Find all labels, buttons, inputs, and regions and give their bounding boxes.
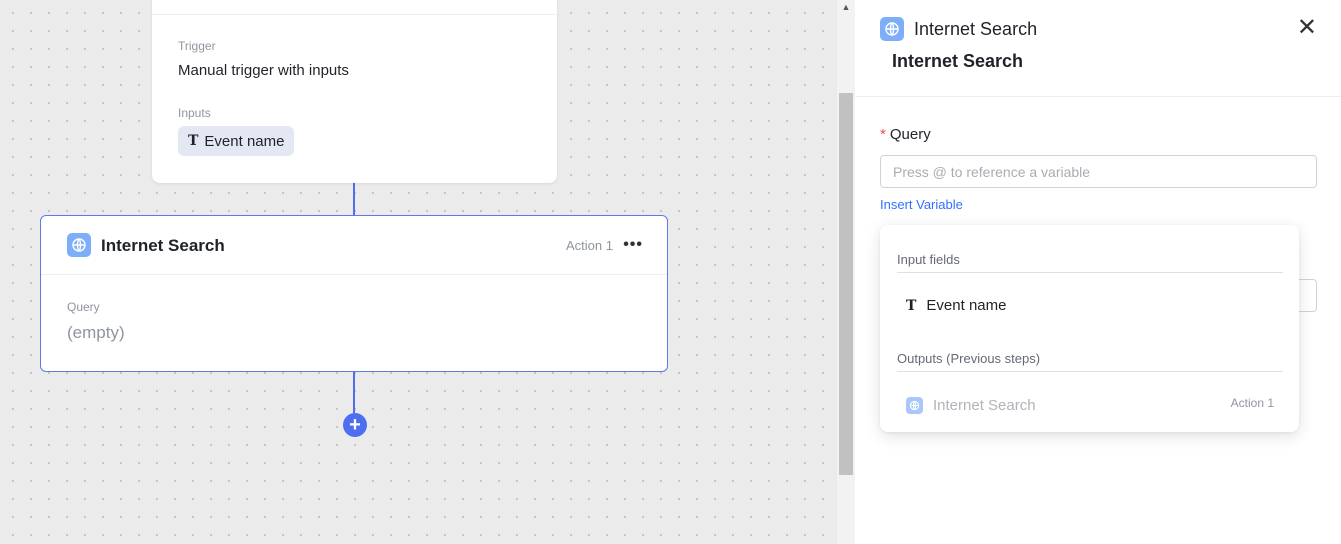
variable-picker-popover: Input fields T Event name Outputs (Previ… [880, 225, 1299, 432]
query-value: (empty) [67, 323, 125, 342]
close-icon[interactable]: ✕ [1297, 16, 1317, 40]
section-divider [897, 272, 1283, 273]
add-step-button[interactable]: + [343, 413, 367, 437]
output-step-badge: Action 1 [1230, 396, 1274, 410]
action-badge: Action 1 [566, 238, 613, 253]
internet-search-icon [906, 397, 923, 414]
trigger-label: Trigger [178, 39, 216, 53]
panel-title: Internet Search [914, 19, 1038, 39]
query-field-label: * Query [880, 126, 931, 143]
action-card-header: Internet Search Action 1 ••• [41, 216, 667, 275]
text-type-icon: T [188, 133, 199, 149]
variable-option-label: Event name [926, 297, 1007, 314]
input-fields-section-title: Input fields [897, 252, 960, 267]
input-chip-event-name[interactable]: T Event name [178, 126, 295, 156]
input-chip-label: Event name [204, 132, 285, 150]
inputs-label: Inputs [178, 106, 211, 120]
scrollbar-thumb[interactable] [839, 93, 853, 475]
trigger-value: Manual trigger with inputs [178, 62, 349, 79]
variable-option-event-name[interactable]: T Event name [906, 297, 1006, 314]
more-options-icon[interactable]: ••• [623, 236, 643, 254]
connector-line [353, 371, 355, 413]
query-input[interactable] [880, 155, 1317, 188]
variable-option-label: Internet Search [933, 397, 1036, 414]
action-card-internet-search[interactable]: Internet Search Action 1 ••• Query (empt… [40, 215, 668, 372]
query-label-text: Query [889, 126, 931, 143]
internet-search-icon [880, 17, 904, 41]
required-mark: * [880, 126, 886, 143]
panel-step-name[interactable]: Internet Search [892, 51, 1023, 72]
connector-line [353, 183, 355, 216]
insert-variable-link[interactable]: Insert Variable [880, 197, 963, 212]
internet-search-icon [67, 233, 91, 257]
variable-option-internet-search: Internet Search [906, 397, 1036, 414]
outputs-section-title: Outputs (Previous steps) [897, 351, 1041, 366]
action-card-title: Internet Search [101, 236, 225, 255]
workflow-canvas[interactable]: Trigger Manual trigger with inputs Input… [0, 0, 837, 544]
trigger-card[interactable]: Trigger Manual trigger with inputs Input… [152, 0, 557, 183]
card-divider [152, 14, 557, 15]
section-divider [897, 371, 1283, 372]
panel-divider [855, 96, 1341, 97]
text-type-icon: T [906, 297, 917, 314]
scroll-up-arrow-icon[interactable]: ▲ [837, 2, 855, 12]
vertical-scrollbar[interactable]: ▲ [837, 0, 855, 544]
query-label: Query [67, 300, 100, 314]
